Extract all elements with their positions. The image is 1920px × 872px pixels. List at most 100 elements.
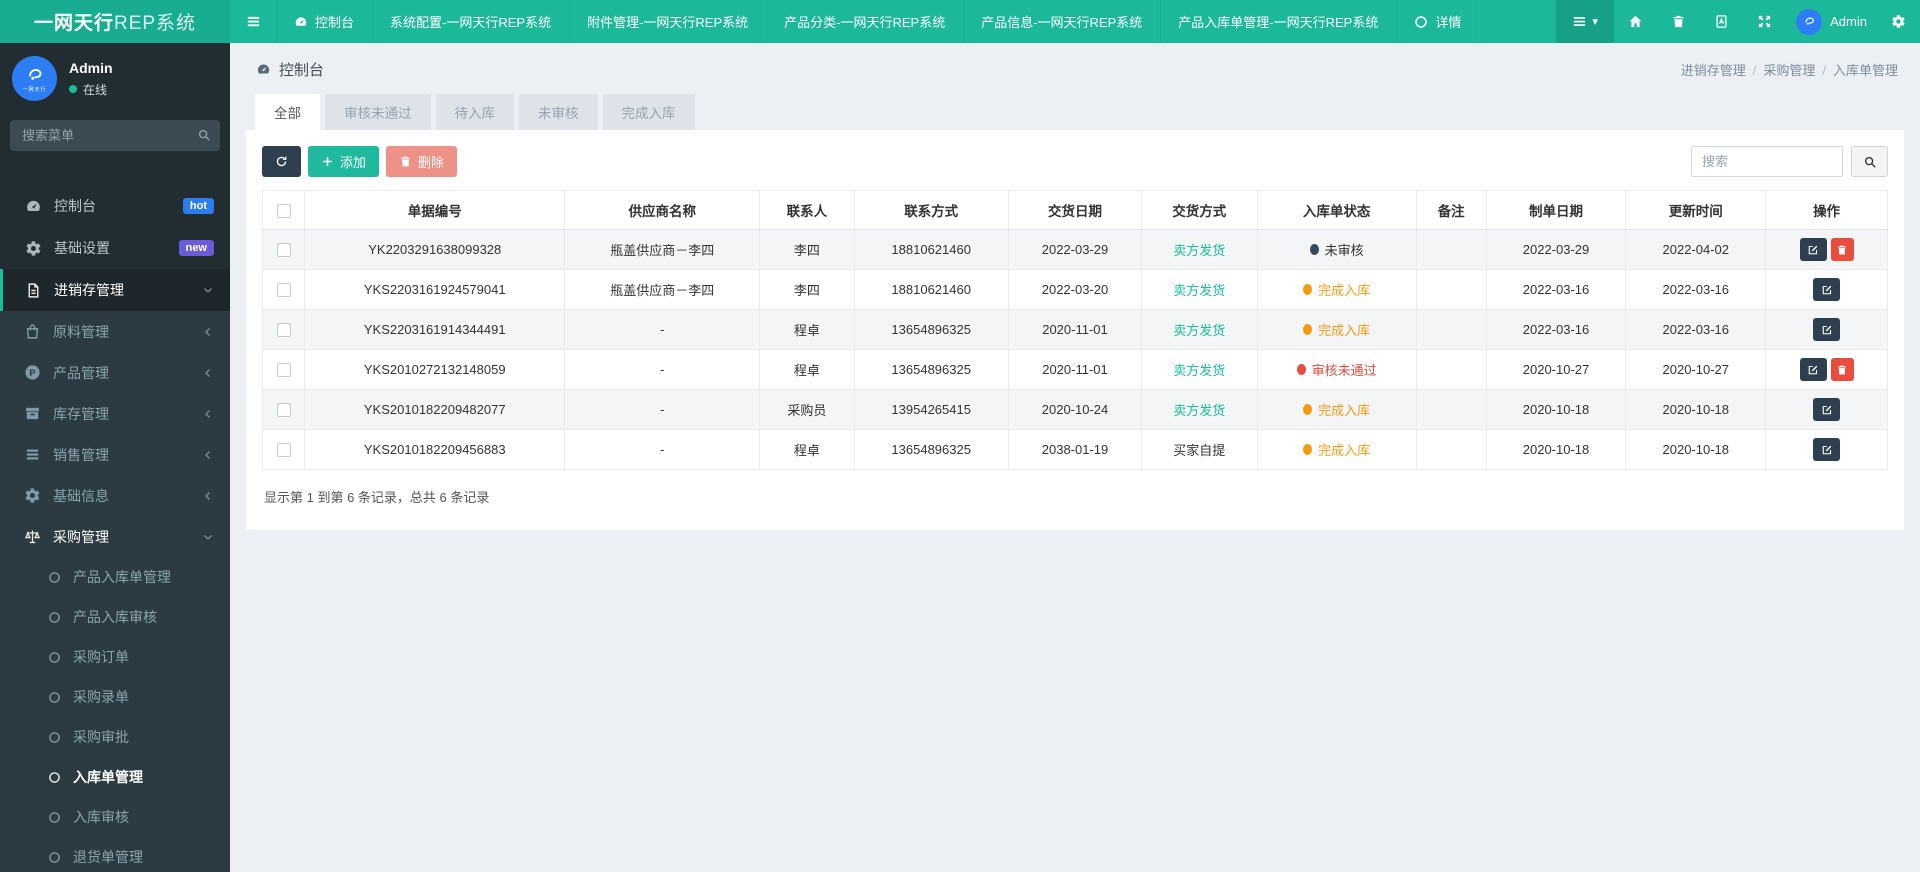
sidebar-item-退货单管理[interactable]: 退货单管理 [0,837,230,872]
user-menu[interactable]: Admin [1786,0,1877,43]
sidebar-item-销售管理[interactable]: 销售管理 [0,434,230,475]
sidebar-submenu: 产品入库单管理 产品入库审核 采购订单 采购录单 采购审批 入库单管理入库审核退货单管理 [0,557,230,872]
cell-created: 2020-10-27 [1485,349,1627,390]
sidebar-item-采购订单[interactable]: 采购订单 [0,637,230,677]
cell-supplier: - [564,309,761,350]
topbar-tab[interactable]: 详情 [1396,0,1480,43]
svg-text:P: P [29,368,35,378]
sidebar-item-控制台[interactable]: 控制台 hot [0,185,230,227]
sidebar-item-入库单管理[interactable]: 入库单管理 [0,757,230,797]
document-button[interactable] [1700,0,1743,43]
chevron-down-icon [202,284,214,296]
user-name: Admin [1830,14,1867,29]
row-checkbox[interactable] [276,403,291,418]
row-checkbox[interactable] [276,443,291,458]
dashboard-icon [294,15,308,29]
sidebar-item-进销存管理[interactable]: 进销存管理 [0,269,230,311]
topbar-tab-label: 产品入库单管理-一网天行REP系统 [1178,15,1379,30]
sidebar-item-label: 入库审核 [73,809,129,825]
sidebar-item-基础设置[interactable]: 基础设置 new [0,227,230,269]
breadcrumb-item[interactable]: 采购管理 [1763,63,1815,78]
topbar-tab[interactable]: 产品入库单管理-一网天行REP系统 [1160,0,1397,43]
cell-supplier: 瓶盖供应商－李四 [564,269,761,310]
refresh-button[interactable] [262,146,301,177]
cell-delivery-method: 买家自提 [1141,429,1258,470]
circle-icon [48,771,61,784]
topbar-tab[interactable]: 附件管理-一网天行REP系统 [569,0,767,43]
row-edit-button[interactable] [1799,358,1827,381]
row-checkbox[interactable] [276,363,291,378]
row-edit-button[interactable] [1813,318,1841,341]
tab-全部[interactable]: 全部 [255,94,320,130]
sidebar-item-基础信息[interactable]: 基础信息 [0,475,230,516]
sidebar-user-name: Admin [69,59,113,76]
cell-phone: 18810621460 [853,229,1009,270]
topbar-tab[interactable]: 产品分类-一网天行REP系统 [766,0,964,43]
add-button[interactable]: 添加 [308,146,380,177]
sidebar-item-采购审批[interactable]: 采购审批 [0,717,230,757]
cell-actions [1765,269,1888,310]
select-all-checkbox[interactable] [276,203,291,218]
row-checkbox-cell [261,229,306,270]
fullscreen-icon [1757,14,1772,29]
table-search-button[interactable] [1851,146,1888,177]
cell-delivery-date: 2020-11-01 [1007,309,1143,350]
cell-contact: 李四 [759,229,855,270]
tab-未审核[interactable]: 未审核 [519,94,598,130]
row-checkbox[interactable] [276,243,291,258]
hamburger-icon [246,14,261,29]
row-edit-button[interactable] [1799,238,1827,261]
status-dot-icon [1303,444,1313,455]
table-row: YK2203291638099328 瓶盖供应商－李四 李四 18810621460 2… [261,229,1888,270]
delete-button[interactable]: 删除 [386,146,458,177]
clear-cache-button[interactable] [1657,0,1700,43]
row-delete-button[interactable] [1830,238,1854,261]
edit-icon [1807,244,1819,256]
sidebar-item-产品入库审核[interactable]: 产品入库审核 [0,597,230,637]
status-dot-icon [1303,324,1313,335]
search-icon [1863,155,1877,169]
sidebar-item-原料管理[interactable]: 原料管理 [0,311,230,352]
sidebar-menu: 控制台 hot 基础设置 new 进销存管理原料管理 P 产品管理 库存管理 销售管理 基础信息采… [0,185,230,872]
sidebar-search-input[interactable] [10,120,220,151]
table-row: YKS2010182209482077- 采购员 13954265415 2020-1… [261,389,1888,430]
topbar-tab[interactable]: 产品信息-一网天行REP系统 [963,0,1161,43]
tab-审核未通过[interactable]: 审核未通过 [325,94,431,130]
sidebar-toggle-button[interactable] [230,0,276,43]
tab-完成入库[interactable]: 完成入库 [602,94,695,130]
row-edit-button[interactable] [1813,278,1841,301]
fullscreen-button[interactable] [1743,0,1786,43]
topbar-tab[interactable]: 系统配置-一网天行REP系统 [372,0,570,43]
row-checkbox-cell [261,269,306,310]
cell-delivery-date: 2020-11-01 [1007,349,1143,390]
row-edit-button[interactable] [1813,438,1841,461]
column-header-操作: 操作 [1765,190,1888,230]
chevron-left-icon [202,326,214,338]
sidebar-item-label: 采购管理 [53,528,109,545]
settings-button[interactable] [1877,0,1920,43]
sidebar-item-采购管理[interactable]: 采购管理 [0,516,230,557]
row-checkbox[interactable] [276,323,291,338]
cell-phone: 13654896325 [853,429,1009,470]
topbar-tab[interactable]: 控制台 [276,0,373,43]
home-button[interactable] [1614,0,1657,43]
sidebar-item-产品入库单管理[interactable]: 产品入库单管理 [0,557,230,597]
sidebar-item-产品管理[interactable]: P 产品管理 [0,352,230,393]
column-header-联系人: 联系人 [759,190,855,230]
table-search-input[interactable] [1691,146,1843,177]
cell-delivery-method: 卖方发货 [1141,349,1258,390]
row-checkbox[interactable] [276,283,291,298]
row-delete-button[interactable] [1830,358,1854,381]
brand-logo: 一网天行 REP系统 [0,0,230,43]
breadcrumb-item[interactable]: 入库单管理 [1833,63,1898,78]
sidebar-item-采购录单[interactable]: 采购录单 [0,677,230,717]
tab-待入库[interactable]: 待入库 [435,94,514,130]
sidebar-item-入库审核[interactable]: 入库审核 [0,797,230,837]
sidebar-item-label: 原料管理 [53,323,109,340]
tabs-dropdown-button[interactable]: ▾ [1556,0,1615,43]
cell-remark [1415,349,1487,390]
row-edit-button[interactable] [1813,398,1841,421]
edit-icon [1821,404,1833,416]
sidebar-item-库存管理[interactable]: 库存管理 [0,393,230,434]
breadcrumb-item[interactable]: 进销存管理 [1681,63,1746,78]
